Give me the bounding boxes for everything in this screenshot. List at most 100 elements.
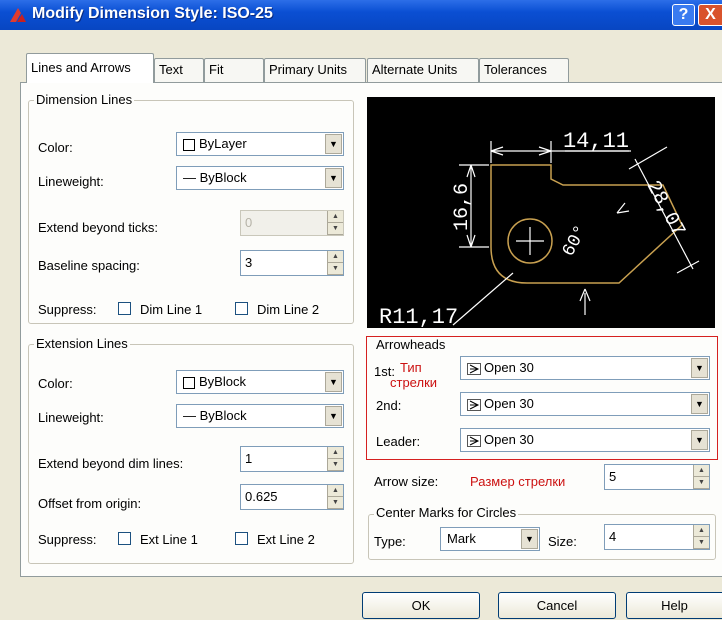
- arrow-leader-label: Leader:: [376, 434, 421, 449]
- line-sample-icon: —: [183, 408, 200, 423]
- extend-dim-value: 1: [245, 451, 253, 466]
- ext-color-label: Color:: [38, 376, 73, 391]
- chevron-down-icon[interactable]: ▼: [691, 430, 708, 450]
- spin-up-icon[interactable]: ▲: [328, 485, 343, 497]
- ext-line-1-label: Ext Line 1: [140, 532, 198, 547]
- dim-line-1-label: Dim Line 1: [140, 302, 203, 317]
- center-type-value: Mark: [447, 531, 476, 546]
- tab-alternate-units[interactable]: Alternate Units: [367, 58, 479, 82]
- ext-line-2-label: Ext Line 2: [257, 532, 315, 547]
- arrow-leader-value: Open 30: [484, 432, 534, 447]
- spin-down-icon[interactable]: ▼: [694, 537, 709, 549]
- arrow-second-value: Open 30: [484, 396, 534, 411]
- preview-dim-left: 16,6: [451, 183, 474, 231]
- help-title-button[interactable]: ?: [672, 4, 695, 26]
- baseline-spacing-value: 3: [245, 255, 253, 270]
- cancel-button[interactable]: Cancel: [498, 592, 616, 619]
- help-button[interactable]: Help: [626, 592, 722, 619]
- extend-ticks-spinner[interactable]: 0 ▲ ▼: [240, 210, 344, 236]
- dim-lineweight-label: Lineweight:: [38, 174, 104, 189]
- dim-suppress-label: Suppress:: [38, 302, 97, 317]
- offset-origin-spinner[interactable]: 0.625 ▲ ▼: [240, 484, 344, 510]
- open-arrow-icon: [467, 398, 481, 411]
- tab-fit[interactable]: Fit: [204, 58, 264, 82]
- dimension-preview: 14,11 16,6 28,07 60° R11,17: [367, 97, 715, 330]
- chevron-down-icon[interactable]: ▼: [325, 406, 342, 426]
- chevron-down-icon[interactable]: ▼: [691, 394, 708, 414]
- spin-down-icon[interactable]: ▼: [694, 477, 709, 489]
- arrow-type-note-2: стрелки: [390, 375, 438, 390]
- spin-up-icon[interactable]: ▲: [694, 465, 709, 477]
- arrow-size-spinner[interactable]: 5 ▲ ▼: [604, 464, 710, 490]
- arrow-first-value: Open 30: [484, 360, 534, 375]
- center-size-value: 4: [609, 529, 617, 544]
- extend-ticks-label: Extend beyond ticks:: [38, 220, 158, 235]
- open-arrow-icon: [467, 362, 481, 375]
- close-button[interactable]: X: [698, 4, 722, 26]
- spin-down-icon[interactable]: ▼: [328, 459, 343, 471]
- center-marks-legend: Center Marks for Circles: [374, 505, 519, 520]
- extension-lines-legend: Extension Lines: [34, 336, 130, 351]
- center-size-label: Size:: [548, 534, 577, 549]
- arrow-size-value: 5: [609, 469, 617, 484]
- extend-ticks-value: 0: [245, 215, 253, 230]
- arrow-type-note-1: Тип: [400, 360, 422, 375]
- spin-down-icon[interactable]: ▼: [328, 223, 343, 235]
- ok-button[interactable]: OK: [362, 592, 480, 619]
- ext-lineweight-select[interactable]: — ByBlock ▼: [176, 404, 344, 428]
- spin-up-icon[interactable]: ▲: [328, 447, 343, 459]
- chevron-down-icon[interactable]: ▼: [325, 134, 342, 154]
- color-swatch-icon: [183, 376, 195, 389]
- dim-lineweight-value: ByBlock: [199, 170, 247, 185]
- chevron-down-icon[interactable]: ▼: [691, 358, 708, 378]
- arrow-second-label: 2nd:: [376, 398, 402, 413]
- arrow-leader-select[interactable]: Open 30 ▼: [460, 428, 710, 452]
- center-type-select[interactable]: Mark ▼: [440, 527, 540, 551]
- open-arrow-icon: [467, 434, 481, 447]
- arrowheads-legend: Arrowheads: [376, 337, 446, 352]
- preview-dim-right: 28,07: [641, 177, 689, 241]
- tab-text[interactable]: Text: [154, 58, 204, 82]
- arrow-first-select[interactable]: Open 30 ▼: [460, 356, 710, 380]
- dim-line-2-label: Dim Line 2: [257, 302, 320, 317]
- preview-drawing: 14,11 16,6 28,07 60° R11,17: [379, 129, 700, 330]
- color-swatch-icon: [183, 138, 195, 151]
- dim-line-1-checkbox[interactable]: [118, 302, 131, 315]
- chevron-down-icon[interactable]: ▼: [521, 529, 538, 549]
- tab-primary-units[interactable]: Primary Units: [264, 58, 366, 82]
- spin-up-icon[interactable]: ▲: [328, 251, 343, 263]
- spin-down-icon[interactable]: ▼: [328, 497, 343, 509]
- line-sample-icon: —: [183, 170, 200, 185]
- preview-radius: R11,17: [379, 305, 458, 328]
- spin-down-icon[interactable]: ▼: [328, 263, 343, 275]
- ext-lineweight-value: ByBlock: [199, 408, 247, 423]
- spin-up-icon[interactable]: ▲: [694, 525, 709, 537]
- title-bar[interactable]: Modify Dimension Style: ISO-25 ? X: [0, 0, 722, 30]
- preview-dim-top: 14,11: [563, 129, 629, 154]
- chevron-down-icon[interactable]: ▼: [325, 168, 342, 188]
- extend-dim-label: Extend beyond dim lines:: [38, 456, 184, 471]
- ext-suppress-label: Suppress:: [38, 532, 97, 547]
- baseline-spacing-spinner[interactable]: 3 ▲ ▼: [240, 250, 344, 276]
- ext-line-2-checkbox[interactable]: [235, 532, 248, 545]
- tab-lines-and-arrows[interactable]: Lines and Arrows: [26, 53, 154, 83]
- dim-color-value: ByLayer: [199, 136, 247, 151]
- extend-dim-spinner[interactable]: 1 ▲ ▼: [240, 446, 344, 472]
- offset-origin-value: 0.625: [245, 489, 278, 504]
- ext-line-1-checkbox[interactable]: [118, 532, 131, 545]
- dim-lineweight-select[interactable]: — ByBlock ▼: [176, 166, 344, 190]
- dimension-lines-legend: Dimension Lines: [34, 92, 135, 107]
- dim-line-2-checkbox[interactable]: [235, 302, 248, 315]
- ext-lineweight-label: Lineweight:: [38, 410, 104, 425]
- autocad-app-icon: [10, 8, 26, 22]
- tab-tolerances[interactable]: Tolerances: [479, 58, 569, 82]
- ext-color-select[interactable]: ByBlock ▼: [176, 370, 344, 394]
- chevron-down-icon[interactable]: ▼: [325, 372, 342, 392]
- center-size-spinner[interactable]: 4 ▲ ▼: [604, 524, 710, 550]
- window-title: Modify Dimension Style: ISO-25: [32, 5, 273, 22]
- arrow-second-select[interactable]: Open 30 ▼: [460, 392, 710, 416]
- arrow-size-label: Arrow size:: [374, 474, 439, 489]
- dim-color-label: Color:: [38, 140, 73, 155]
- spin-up-icon[interactable]: ▲: [328, 211, 343, 223]
- dim-color-select[interactable]: ByLayer ▼: [176, 132, 344, 156]
